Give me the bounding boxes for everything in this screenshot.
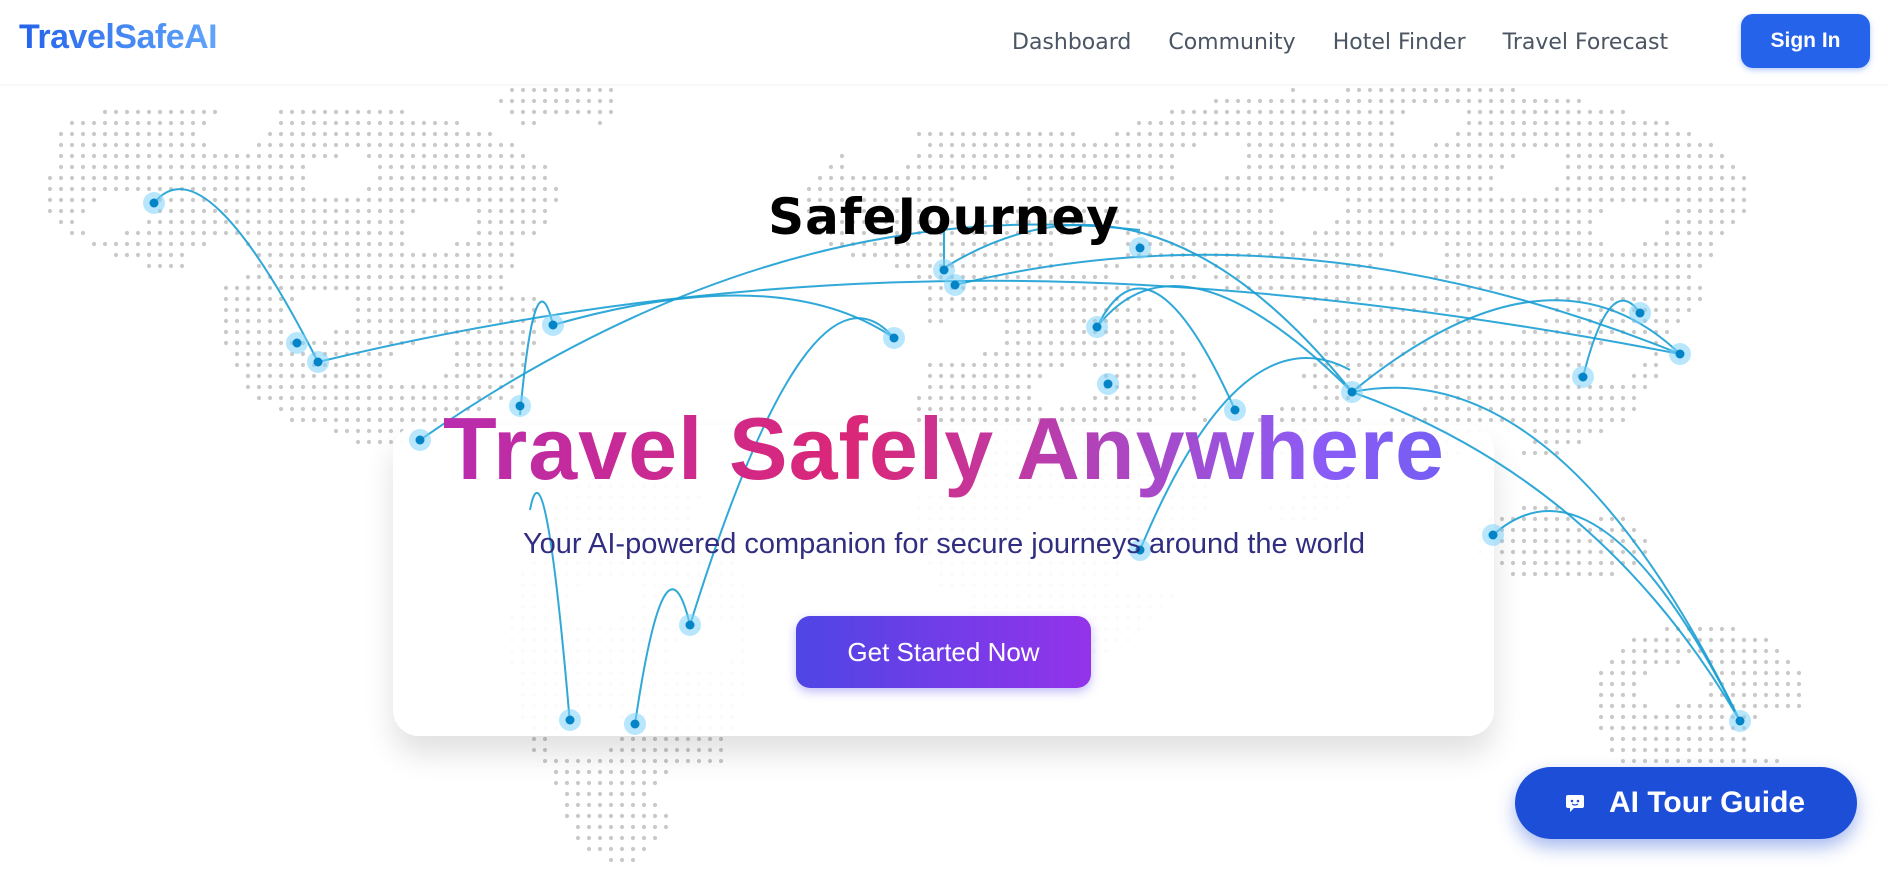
nav-link-dashboard[interactable]: Dashboard — [1012, 30, 1131, 55]
ai-tour-guide-label: AI Tour Guide — [1609, 786, 1806, 819]
safejourney-logo: SafeJourney — [768, 188, 1120, 246]
brand-logo[interactable]: TravelSafeAI — [19, 18, 218, 57]
top-nav: TravelSafeAI Dashboard Community Hotel F… — [0, 0, 1888, 84]
get-started-button[interactable]: Get Started Now — [796, 616, 1091, 688]
ai-tour-guide-button[interactable]: AI Tour Guide — [1515, 767, 1857, 839]
nav-links: Dashboard Community Hotel Finder Travel … — [1012, 0, 1705, 84]
nav-link-community[interactable]: Community — [1168, 30, 1295, 55]
chat-icon — [1566, 795, 1584, 812]
nav-link-travel-forecast[interactable]: Travel Forecast — [1503, 30, 1668, 55]
sign-in-button[interactable]: Sign In — [1741, 14, 1870, 68]
hero-subtitle: Your AI-powered companion for secure jou… — [522, 528, 1366, 560]
nav-link-hotel-finder[interactable]: Hotel Finder — [1333, 30, 1466, 55]
hero-title: Travel Safely Anywhere — [0, 398, 1888, 500]
